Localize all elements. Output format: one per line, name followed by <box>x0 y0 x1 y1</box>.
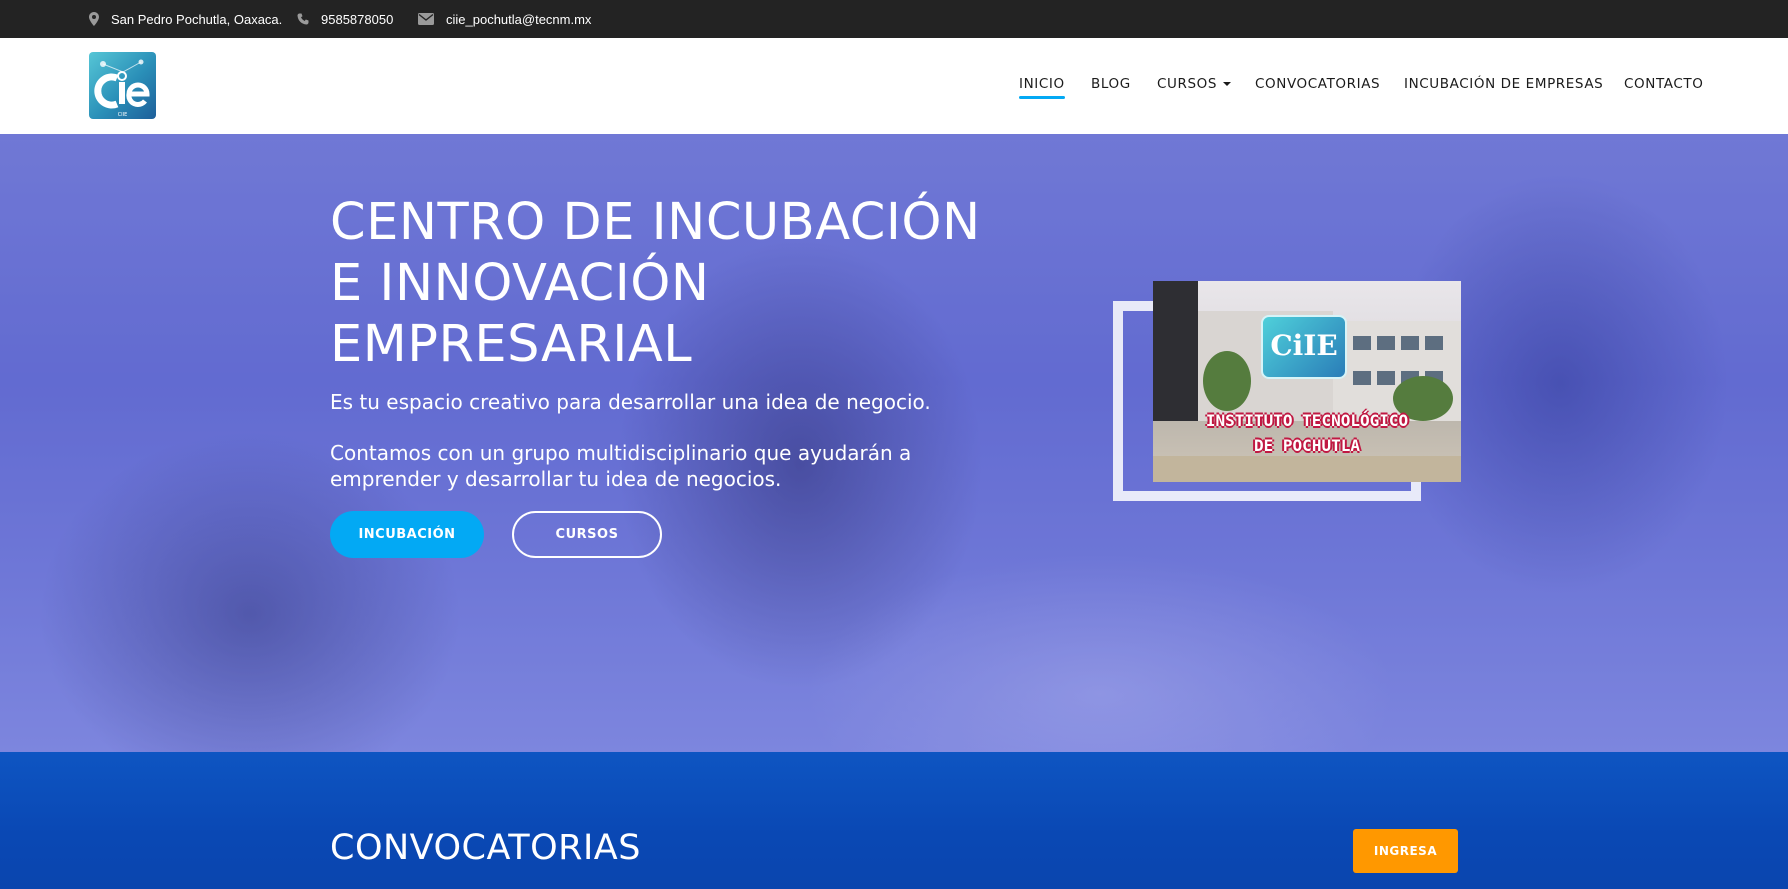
phone-icon <box>297 13 309 25</box>
envelope-icon <box>418 13 434 25</box>
chevron-down-icon <box>1223 82 1232 86</box>
address-item: San Pedro Pochutla, Oaxaca. <box>89 0 282 38</box>
nav-contacto[interactable]: CONTACTO <box>1624 76 1703 92</box>
photo-caption-line1: INSTITUTO TECNOLÓGICO <box>1205 411 1409 430</box>
window <box>1353 371 1371 385</box>
photo-caption-line2: DE POCHUTLA <box>1254 436 1360 455</box>
nav-incubacion[interactable]: INCUBACIÓN DE EMPRESAS <box>1404 76 1603 92</box>
logo-text: CIIE <box>118 112 128 118</box>
email-text[interactable]: ciie_pochutla@tecnm.mx <box>446 12 591 27</box>
ground <box>1153 456 1461 482</box>
hero-description: Contamos con un grupo multidisciplinario… <box>330 441 912 491</box>
top-bar: San Pedro Pochutla, Oaxaca. 9585878050 c… <box>0 0 1788 38</box>
convocatorias-section: CONVOCATORIAS INGRESA <box>0 752 1788 889</box>
ingresa-button[interactable]: INGRESA <box>1353 829 1458 873</box>
logo-mark: CIIE <box>94 59 150 118</box>
window <box>1353 336 1371 350</box>
email-item[interactable]: ciie_pochutla@tecnm.mx <box>418 0 591 38</box>
building-dark-panel <box>1153 281 1198 421</box>
nav-cursos-label: CURSOS <box>1157 76 1218 92</box>
nav-cursos[interactable]: CURSOS <box>1157 76 1232 92</box>
badge-text: CiIE <box>1270 329 1338 362</box>
phone-text[interactable]: 9585878050 <box>321 12 393 27</box>
nav-blog[interactable]: BLOG <box>1091 76 1131 92</box>
window <box>1425 336 1443 350</box>
institute-photo: CiIE INSTITUTO TECNOLÓGICO DE POCHUTLA <box>1153 281 1461 482</box>
incubacion-button[interactable]: INCUBACIÓN <box>330 511 484 558</box>
site-logo[interactable]: CIIE <box>89 52 156 119</box>
hero-subtitle: Es tu espacio creativo para desarrollar … <box>330 390 931 414</box>
address-text: San Pedro Pochutla, Oaxaca. <box>111 11 283 27</box>
hero-section: CENTRO DE INCUBACIÓN E INNOVACIÓN EMPRES… <box>0 134 1788 752</box>
window <box>1377 336 1395 350</box>
window <box>1401 336 1419 350</box>
ciie-badge: CiIE <box>1261 315 1347 379</box>
site-header: CIIE INICIO BLOG CURSOS CONVOCATORIAS IN… <box>0 38 1788 134</box>
window <box>1377 371 1395 385</box>
nav-convocatorias[interactable]: CONVOCATORIAS <box>1255 76 1380 92</box>
convocatorias-heading: CONVOCATORIAS <box>330 828 641 868</box>
cursos-button[interactable]: CURSOS <box>512 511 662 558</box>
hero-title: CENTRO DE INCUBACIÓN E INNOVACIÓN EMPRES… <box>330 193 981 374</box>
nav-inicio[interactable]: INICIO <box>1019 76 1065 99</box>
tree <box>1203 351 1251 411</box>
phone-item[interactable]: 9585878050 <box>297 0 393 38</box>
map-marker-icon <box>89 12 99 26</box>
